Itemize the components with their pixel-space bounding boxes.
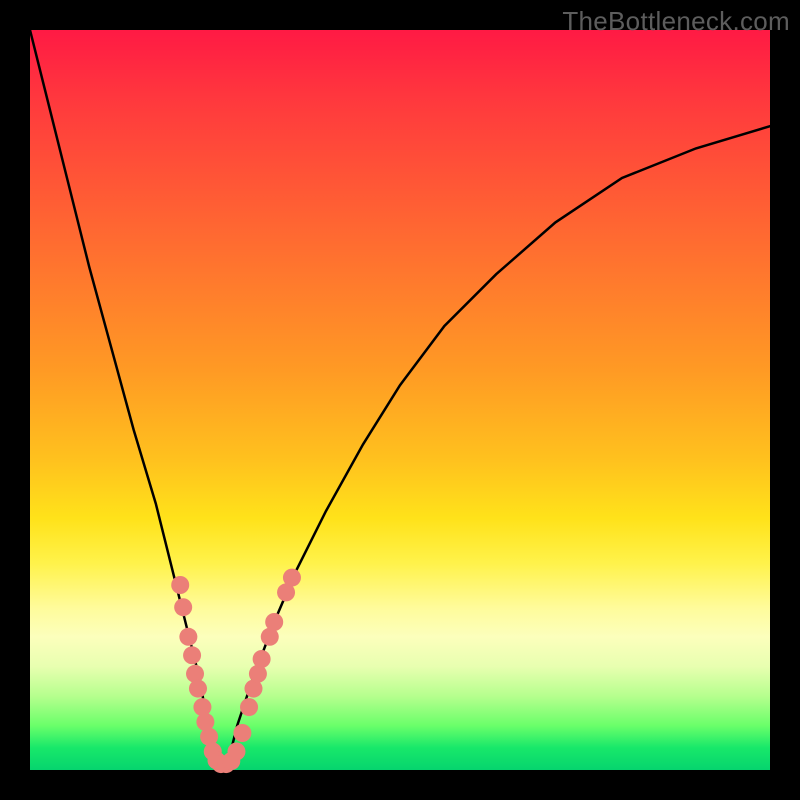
chart-frame: TheBottleneck.com [0, 0, 800, 800]
sample-dots [171, 569, 301, 773]
sample-dot [253, 650, 271, 668]
sample-dot [186, 665, 204, 683]
sample-dot [183, 646, 201, 664]
sample-dot [179, 628, 197, 646]
sample-dot [193, 698, 211, 716]
sample-dot [240, 698, 258, 716]
sample-dot [171, 576, 189, 594]
sample-dot [174, 598, 192, 616]
bottleneck-curve-svg [30, 30, 770, 770]
sample-dot [189, 680, 207, 698]
bottleneck-curve-path [30, 30, 770, 770]
sample-dot [265, 613, 283, 631]
sample-dot [233, 724, 251, 742]
sample-dot [227, 743, 245, 761]
sample-dot [283, 569, 301, 587]
watermark-text: TheBottleneck.com [562, 6, 790, 37]
plot-area [30, 30, 770, 770]
